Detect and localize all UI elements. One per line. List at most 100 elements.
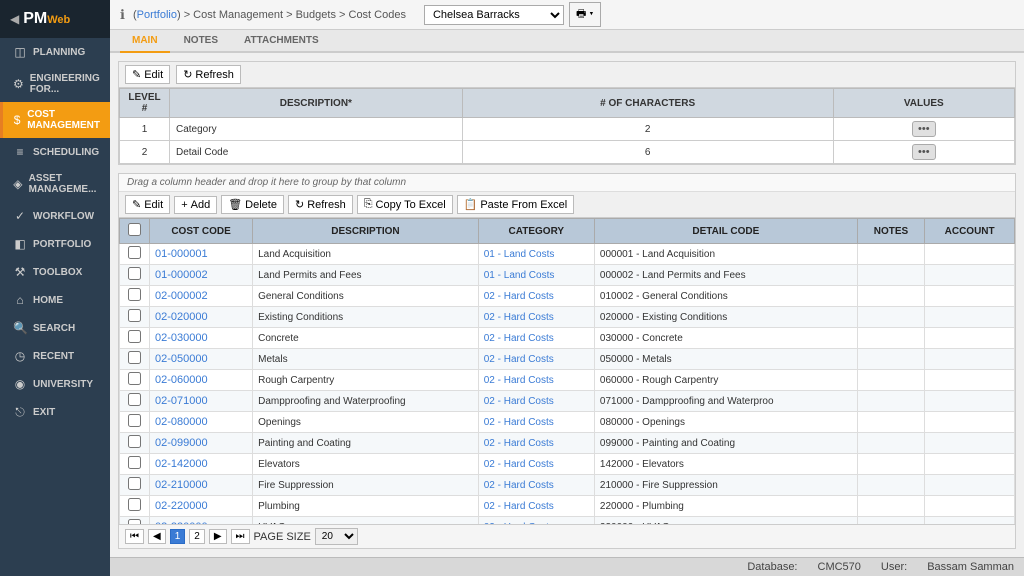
- notes-cell: [857, 517, 925, 525]
- cost-code-link[interactable]: 02-050000: [155, 353, 208, 365]
- table-row: 02-230000 HVAC 02 - Hard Costs 230000 - …: [120, 517, 1015, 525]
- values-dots-btn[interactable]: •••: [912, 121, 936, 137]
- page-size-select[interactable]: 20 50 100: [315, 528, 358, 545]
- cost-table-wrap[interactable]: COST CODE DESCRIPTION CATEGORY DETAIL CO…: [119, 218, 1015, 524]
- row-checkbox[interactable]: [128, 351, 141, 364]
- row-checkbox[interactable]: [128, 435, 141, 448]
- cost-code-link[interactable]: 02-030000: [155, 332, 208, 344]
- cost-code-link[interactable]: 02-210000: [155, 479, 208, 491]
- level-toolbar: ✎ Edit ↻ Refresh: [119, 62, 1015, 88]
- prev-page-button[interactable]: ◀: [148, 529, 166, 544]
- cost-code-link[interactable]: 02-220000: [155, 500, 208, 512]
- print-button[interactable]: 🖶 ▾: [569, 2, 601, 27]
- select-all-checkbox[interactable]: [128, 223, 141, 236]
- sidebar-item-cost-management[interactable]: $Cost Management: [0, 102, 110, 138]
- cost-code-link[interactable]: 02-020000: [155, 311, 208, 323]
- project-dropdown[interactable]: Chelsea Barracks: [424, 5, 564, 25]
- level-desc: Detail Code: [170, 141, 463, 164]
- edit-button-cost[interactable]: ✎ Edit: [125, 195, 170, 214]
- row-checkbox[interactable]: [128, 330, 141, 343]
- first-page-button[interactable]: ⏮: [125, 529, 144, 544]
- portfolio-link[interactable]: Portfolio: [137, 9, 177, 21]
- topbar: ℹ (Portfolio) > Cost Management > Budget…: [110, 0, 1024, 30]
- sidebar-icon-toolbox: ⚒: [13, 265, 27, 279]
- sidebar-label-engineering: Engineering For...: [30, 73, 100, 95]
- sidebar-item-university[interactable]: ◉University: [0, 370, 110, 398]
- sidebar-item-exit[interactable]: ⎋Exit: [0, 398, 110, 427]
- sidebar-item-recent[interactable]: ◷Recent: [0, 342, 110, 370]
- cost-code-cell: 02-060000: [150, 370, 253, 391]
- row-checkbox[interactable]: [128, 246, 141, 259]
- cost-code-link[interactable]: 02-080000: [155, 416, 208, 428]
- sidebar-item-asset-management[interactable]: ◈Asset Manageme...: [0, 166, 110, 202]
- row-checkbox[interactable]: [128, 456, 141, 469]
- tab-notes[interactable]: Notes: [172, 30, 230, 53]
- row-checkbox[interactable]: [128, 309, 141, 322]
- cost-code-link[interactable]: 02-142000: [155, 458, 208, 470]
- level-panel: ✎ Edit ↻ Refresh LEVEL # DESCRIPTION* # …: [118, 61, 1016, 165]
- row-checkbox[interactable]: [128, 267, 141, 280]
- description-cell: Metals: [253, 349, 479, 370]
- breadcrumb: (Portfolio) > Cost Management > Budgets …: [133, 9, 406, 21]
- cost-code-link[interactable]: 01-000001: [155, 248, 208, 260]
- delete-button[interactable]: 🗑 Delete: [221, 195, 284, 214]
- table-row: 02-220000 Plumbing 02 - Hard Costs 22000…: [120, 496, 1015, 517]
- page-2-button[interactable]: 2: [189, 529, 205, 544]
- refresh-button-level[interactable]: ↻ Refresh: [176, 65, 241, 84]
- sidebar-item-engineering[interactable]: ⚙Engineering For...: [0, 66, 110, 102]
- add-button[interactable]: + Add: [174, 196, 217, 214]
- sidebar-label-university: University: [33, 379, 93, 390]
- sidebar-item-planning[interactable]: ◫ Planning: [0, 38, 110, 66]
- category-cell: 02 - Hard Costs: [478, 391, 594, 412]
- sidebar-item-portfolio[interactable]: ◧Portfolio: [0, 230, 110, 258]
- copy-excel-button[interactable]: ⎘ Copy To Excel: [357, 195, 453, 214]
- tab-main[interactable]: Main: [120, 30, 170, 53]
- refresh-icon: ↻: [183, 68, 192, 81]
- refresh-button-cost[interactable]: ↻ Refresh: [288, 195, 353, 214]
- level-chars: 2: [462, 118, 833, 141]
- values-dots-btn[interactable]: •••: [912, 144, 936, 160]
- row-checkbox[interactable]: [128, 414, 141, 427]
- sidebar-item-search[interactable]: 🔍SeaRcH: [0, 314, 110, 342]
- notes-cell: [857, 286, 925, 307]
- sidebar-item-workflow[interactable]: ✓Workflow: [0, 202, 110, 230]
- inactive-cell: [120, 265, 150, 286]
- detail-code-cell: 060000 - Rough Carpentry: [594, 370, 857, 391]
- sidebar-icon-planning: ◫: [13, 45, 27, 59]
- logo-text: PMWeb: [23, 10, 70, 28]
- row-checkbox[interactable]: [128, 498, 141, 511]
- sidebar-item-home[interactable]: ⌂Home: [0, 286, 110, 314]
- edit-button-level[interactable]: ✎ Edit: [125, 65, 170, 84]
- cost-code-link[interactable]: 01-000002: [155, 269, 208, 281]
- tab-attachments[interactable]: Attachments: [232, 30, 331, 53]
- page-1-button[interactable]: 1: [170, 529, 186, 544]
- sidebar-item-scheduling[interactable]: ≡Scheduling: [0, 138, 110, 166]
- paste-excel-button[interactable]: 📋 Paste From Excel: [457, 195, 575, 214]
- row-checkbox[interactable]: [128, 477, 141, 490]
- account-cell: [925, 517, 1015, 525]
- row-checkbox[interactable]: [128, 393, 141, 406]
- inactive-cell: [120, 307, 150, 328]
- cost-codes-panel: Drag a column header and drop it here to…: [118, 173, 1016, 549]
- description-cell: Rough Carpentry: [253, 370, 479, 391]
- description-cell: Openings: [253, 412, 479, 433]
- cost-code-link[interactable]: 02-060000: [155, 374, 208, 386]
- cost-code-cell: 02-099000: [150, 433, 253, 454]
- account-cell: [925, 496, 1015, 517]
- inactive-cell: [120, 475, 150, 496]
- cost-code-link[interactable]: 02-099000: [155, 437, 208, 449]
- row-checkbox[interactable]: [128, 288, 141, 301]
- row-checkbox[interactable]: [128, 372, 141, 385]
- sidebar-item-toolbox[interactable]: ⚒Toolbox: [0, 258, 110, 286]
- table-row: 02-020000 Existing Conditions 02 - Hard …: [120, 307, 1015, 328]
- sidebar-icon-home: ⌂: [13, 293, 27, 307]
- cost-table: COST CODE DESCRIPTION CATEGORY DETAIL CO…: [119, 218, 1015, 524]
- sidebar-label-planning: Planning: [33, 47, 85, 58]
- delete-icon: 🗑: [228, 198, 242, 211]
- cost-code-link[interactable]: 02-000002: [155, 290, 208, 302]
- notes-cell: [857, 475, 925, 496]
- account-cell: [925, 475, 1015, 496]
- last-page-button[interactable]: ⏭: [231, 529, 250, 544]
- cost-code-link[interactable]: 02-071000: [155, 395, 208, 407]
- next-page-button[interactable]: ▶: [209, 529, 227, 544]
